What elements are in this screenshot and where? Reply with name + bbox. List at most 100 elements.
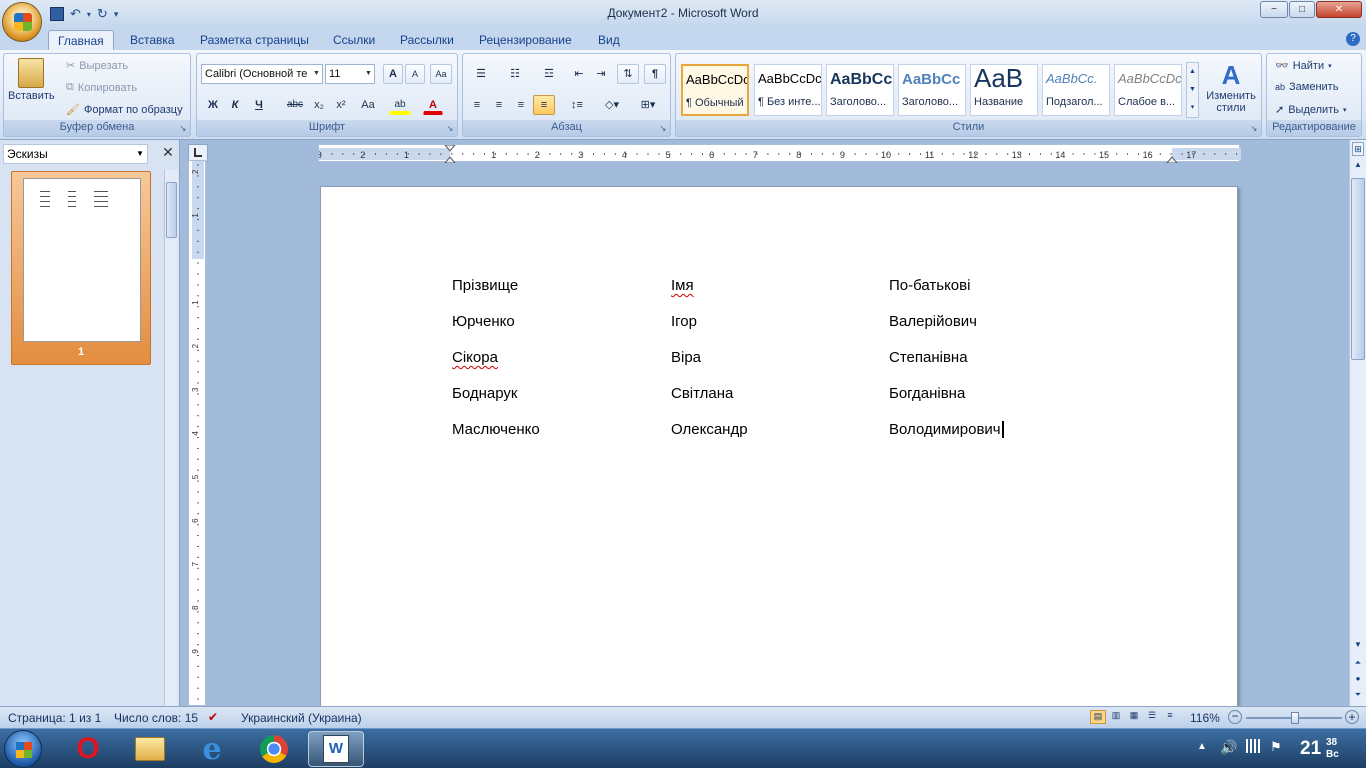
- cell-name[interactable]: Світлана: [671, 385, 733, 402]
- zoom-level[interactable]: 116%: [1190, 711, 1220, 725]
- tab-page-layout[interactable]: Разметка страницы: [191, 30, 318, 50]
- borders-icon[interactable]: ⊞▾: [633, 95, 663, 115]
- cell-surname-header[interactable]: Прізвище: [452, 277, 518, 294]
- superscript-button[interactable]: x²: [331, 95, 351, 115]
- style-heading-2[interactable]: AaBbCc Заголово...: [898, 64, 966, 116]
- outline-icon[interactable]: ☰: [1144, 710, 1160, 724]
- sort-icon[interactable]: ⇅: [617, 64, 639, 84]
- show-hidden-icons-icon[interactable]: ▲: [1197, 741, 1207, 752]
- tab-home[interactable]: Главная: [48, 30, 114, 50]
- office-button[interactable]: [2, 2, 42, 42]
- cut-button[interactable]: ✂ Вырезать: [66, 59, 128, 73]
- clear-format-button[interactable]: Aa: [430, 64, 452, 84]
- tab-review[interactable]: Рецензирование: [470, 30, 581, 50]
- cell-surname[interactable]: Маслюченко: [452, 421, 540, 438]
- cell-patronymic-header[interactable]: По-батькові: [889, 277, 970, 294]
- change-case-button[interactable]: Aa: [355, 95, 381, 115]
- shading-icon[interactable]: ◇▾: [597, 95, 627, 115]
- word-count[interactable]: Число слов: 15: [114, 711, 198, 725]
- style-normal[interactable]: AaBbCcDc ¶ Обычный: [681, 64, 749, 116]
- decrease-indent-icon[interactable]: ⇤: [569, 64, 589, 84]
- cell-surname[interactable]: Боднарук: [452, 385, 517, 402]
- volume-icon[interactable]: 🔊: [1220, 739, 1237, 756]
- line-spacing-icon[interactable]: ↕≡: [563, 95, 591, 115]
- close-button[interactable]: ✕: [1316, 1, 1362, 18]
- find-button[interactable]: 👓 Найти ▾: [1275, 59, 1332, 73]
- explorer-taskbar-icon[interactable]: [122, 731, 178, 767]
- page-thumbnail[interactable]: 1: [11, 171, 151, 365]
- bold-button[interactable]: Ж: [203, 95, 223, 115]
- thumbnails-view-select[interactable]: Эскизы ▼: [3, 144, 148, 164]
- scroll-up-icon[interactable]: ▲: [1352, 160, 1364, 174]
- zoom-in-icon[interactable]: +: [1345, 710, 1359, 724]
- format-painter-button[interactable]: 🖌 Формат по образцу: [66, 103, 183, 117]
- tab-insert[interactable]: Вставка: [121, 30, 184, 50]
- align-right-icon[interactable]: ≡: [511, 95, 531, 115]
- zoom-slider-thumb[interactable]: [1291, 712, 1299, 724]
- horizontal-ruler[interactable]: 3 2 1 1 2 3 4 5 6 7 8 9 10 11 12 13 14 15 16 17: [318, 144, 1241, 163]
- page-count[interactable]: Страница: 1 из 1: [8, 711, 101, 725]
- network-icon[interactable]: [1246, 739, 1260, 753]
- tab-references[interactable]: Ссылки: [324, 30, 384, 50]
- numbering-icon[interactable]: ☷: [501, 64, 529, 84]
- draft-icon[interactable]: ≡: [1162, 710, 1178, 724]
- copy-button[interactable]: ⧉ Копировать: [66, 81, 137, 94]
- zoom-out-icon[interactable]: −: [1228, 710, 1242, 724]
- change-styles-button[interactable]: A Изменить стили: [1204, 60, 1258, 114]
- grow-font-button[interactable]: A: [383, 64, 403, 84]
- strikethrough-button[interactable]: abc: [283, 95, 307, 115]
- subscript-button[interactable]: x₂: [309, 95, 329, 115]
- document-page[interactable]: Прізвище Імя По-батькові Юрченко Ігор Ва…: [320, 186, 1238, 726]
- dialog-launcher-icon[interactable]: ↘: [178, 124, 188, 134]
- style-subtitle[interactable]: AaBbCc. Подзагол...: [1042, 64, 1110, 116]
- underline-button[interactable]: Ч: [249, 95, 269, 115]
- start-button[interactable]: [4, 730, 42, 768]
- opera-taskbar-icon[interactable]: O: [60, 731, 116, 767]
- ruler-toggle-icon[interactable]: ⊞: [1352, 142, 1364, 156]
- language-indicator[interactable]: Украинский (Украина): [241, 711, 362, 725]
- style-heading-1[interactable]: AaBbCc Заголово...: [826, 64, 894, 116]
- maximize-button[interactable]: □: [1289, 1, 1315, 18]
- cell-surname[interactable]: Сікора: [452, 349, 498, 366]
- font-name-combo[interactable]: Calibri (Основной те ▼: [201, 64, 323, 84]
- select-browse-object-icon[interactable]: ●: [1352, 674, 1364, 688]
- dialog-launcher-icon[interactable]: ↘: [658, 124, 668, 134]
- tab-mailings[interactable]: Рассылки: [391, 30, 463, 50]
- next-page-icon[interactable]: ⏷: [1352, 690, 1364, 704]
- font-size-combo[interactable]: 11 ▼: [325, 64, 375, 84]
- font-color-button[interactable]: A: [423, 95, 443, 115]
- cell-patronymic[interactable]: Валерійович: [889, 313, 977, 330]
- style-no-spacing[interactable]: AaBbCcDc ¶ Без инте...: [754, 64, 822, 116]
- increase-indent-icon[interactable]: ⇥: [591, 64, 611, 84]
- cell-patronymic[interactable]: Богданівна: [889, 385, 965, 402]
- scroll-down-icon[interactable]: ▼: [1352, 640, 1364, 654]
- flag-icon[interactable]: ⚑: [1270, 739, 1282, 755]
- cell-patronymic[interactable]: Степанівна: [889, 349, 968, 366]
- clock-day[interactable]: Вс: [1326, 749, 1339, 760]
- thumbnails-scrollbar[interactable]: [164, 170, 178, 706]
- print-layout-icon[interactable]: ▤: [1090, 710, 1106, 724]
- web-layout-icon[interactable]: ▦: [1126, 710, 1142, 724]
- cell-name-header[interactable]: Імя: [671, 277, 694, 294]
- justify-icon[interactable]: ≡: [533, 95, 555, 115]
- scroll-thumb[interactable]: [166, 182, 177, 238]
- cell-surname[interactable]: Юрченко: [452, 313, 515, 330]
- vertical-ruler[interactable]: 2 1 1 2 3 4 5 6 7 8 9: [188, 160, 206, 706]
- shrink-font-button[interactable]: A: [405, 64, 425, 84]
- close-pane-icon[interactable]: ✕: [160, 144, 176, 162]
- full-screen-reading-icon[interactable]: ▥: [1108, 710, 1124, 724]
- style-subtle-emphasis[interactable]: AaBbCcDc Слабое в...: [1114, 64, 1182, 116]
- cell-name[interactable]: Олександр: [671, 421, 748, 438]
- word-taskbar-icon[interactable]: W: [308, 731, 364, 767]
- select-button[interactable]: ➚ Выделить ▾: [1275, 103, 1346, 117]
- clock-minutes[interactable]: 38: [1326, 737, 1337, 748]
- proofing-icon[interactable]: ✔: [208, 710, 218, 724]
- align-left-icon[interactable]: ≡: [467, 95, 487, 115]
- previous-page-icon[interactable]: ⏶: [1352, 658, 1364, 672]
- ie-taskbar-icon[interactable]: e: [184, 731, 240, 767]
- clock-hours[interactable]: 21: [1300, 738, 1321, 760]
- align-center-icon[interactable]: ≡: [489, 95, 509, 115]
- dialog-launcher-icon[interactable]: ↘: [445, 124, 455, 134]
- scroll-thumb[interactable]: [1351, 178, 1365, 360]
- styles-scroll[interactable]: ▲ ▼ ▾: [1186, 62, 1199, 118]
